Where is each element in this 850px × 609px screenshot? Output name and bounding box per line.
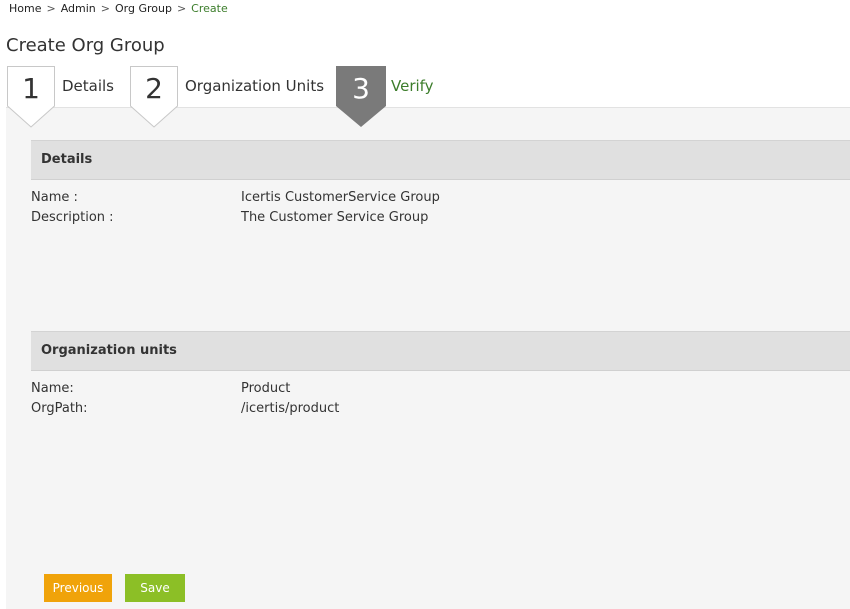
org-unit-name-value: Product xyxy=(241,381,291,396)
step-number: 2 xyxy=(145,72,163,105)
step-label: Details xyxy=(62,77,115,95)
org-units-section-header: Organization units xyxy=(31,331,850,371)
step-badge: 1 xyxy=(7,66,55,128)
details-name-label: Name : xyxy=(31,190,78,205)
page-title: Create Org Group xyxy=(6,35,165,56)
details-section-header: Details xyxy=(31,140,850,180)
org-unit-path-value: /icertis/product xyxy=(241,401,340,416)
details-name-value: Icertis CustomerService Group xyxy=(241,190,440,205)
breadcrumb-separator: > xyxy=(100,2,110,15)
step-badge: 3 xyxy=(336,66,386,128)
breadcrumb-org-group[interactable]: Org Group xyxy=(115,2,172,15)
step-label: Verify xyxy=(391,77,434,95)
breadcrumb-separator: > xyxy=(46,2,56,15)
breadcrumb-admin[interactable]: Admin xyxy=(61,2,96,15)
step-badge: 2 xyxy=(130,66,178,128)
breadcrumb-separator: > xyxy=(176,2,187,15)
breadcrumb-home[interactable]: Home xyxy=(9,2,41,15)
previous-button[interactable]: Previous xyxy=(44,574,112,602)
breadcrumb-current: Create xyxy=(191,2,228,15)
org-unit-path-label: OrgPath: xyxy=(31,401,88,416)
step-label: Organization Units xyxy=(185,77,325,95)
step-number: 3 xyxy=(352,72,370,105)
save-button[interactable]: Save xyxy=(125,574,185,602)
details-description-value: The Customer Service Group xyxy=(241,210,429,225)
org-unit-name-label: Name: xyxy=(31,381,74,396)
content-panel: Details Name : Icertis CustomerService G… xyxy=(6,107,850,609)
details-description-label: Description : xyxy=(31,210,114,225)
step-number: 1 xyxy=(22,72,40,105)
breadcrumb: Home > Admin > Org Group > Create xyxy=(9,1,228,17)
